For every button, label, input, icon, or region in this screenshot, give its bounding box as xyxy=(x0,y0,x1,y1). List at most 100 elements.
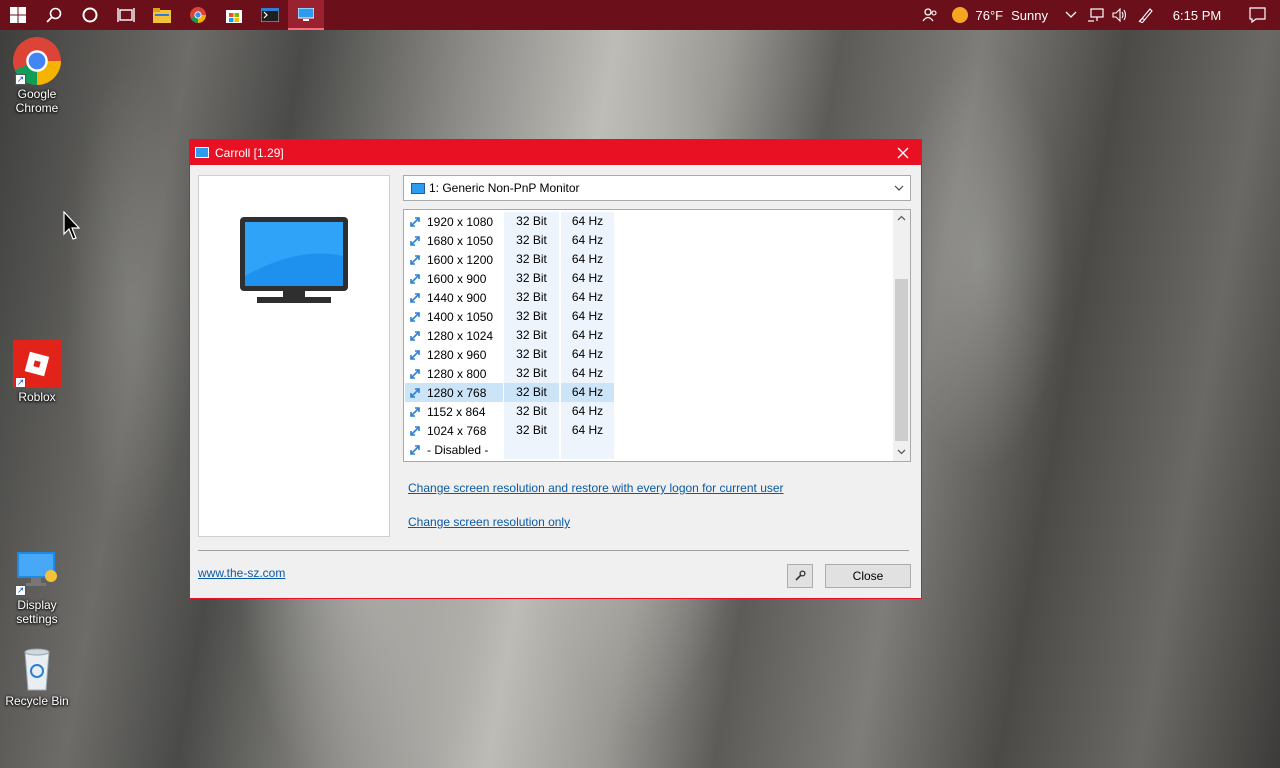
website-link[interactable]: www.the-sz.com xyxy=(198,566,285,580)
shortcut-arrow-icon: ↗ xyxy=(15,74,26,85)
resolution-text: 1600 x 900 xyxy=(427,271,487,286)
search-icon xyxy=(46,7,62,23)
refresh-rate-cell: 64 Hz xyxy=(561,250,614,269)
desktop-icon-roblox[interactable]: ↗ Roblox xyxy=(0,340,74,404)
task-view-button[interactable] xyxy=(108,0,144,30)
desktop-icon-display-settings[interactable]: ↗ Display settings xyxy=(0,548,74,626)
desktop-icon-label: Google xyxy=(17,87,57,101)
resolution-cell: 1280 x 768 xyxy=(405,383,503,402)
refresh-rate-cell: 64 Hz xyxy=(561,364,614,383)
resolution-cell: 1600 x 900 xyxy=(405,269,503,288)
chevron-down-icon xyxy=(894,185,904,191)
shortcut-arrow-icon: ↗ xyxy=(15,377,26,388)
refresh-rate-cell: 64 Hz xyxy=(561,231,614,250)
bit-depth-cell: 32 Bit xyxy=(504,345,559,364)
monitor-select-value: 1: Generic Non-PnP Monitor xyxy=(429,181,580,195)
resolution-text: 1280 x 1024 xyxy=(427,328,494,343)
desktop-icon-chrome[interactable]: ↗ Google Chrome xyxy=(0,37,74,115)
resize-arrow-icon xyxy=(410,368,420,379)
volume-icon[interactable] xyxy=(1108,8,1132,22)
scroll-down-icon[interactable] xyxy=(893,444,910,461)
cortana-button[interactable] xyxy=(72,0,108,30)
resize-arrow-icon xyxy=(410,311,420,322)
resolution-row[interactable]: 1680 x 1050 32 Bit 64 Hz xyxy=(405,231,614,250)
scrollbar-thumb[interactable] xyxy=(895,279,908,441)
refresh-rate-cell xyxy=(561,440,614,459)
close-button[interactable]: Close xyxy=(825,564,911,588)
resolution-row[interactable]: 1400 x 1050 32 Bit 64 Hz xyxy=(405,307,614,326)
desktop-icon-label: Recycle Bin xyxy=(5,694,69,708)
pen-icon[interactable] xyxy=(1132,7,1160,23)
resolution-row[interactable]: 1440 x 900 32 Bit 64 Hz xyxy=(405,288,614,307)
desktop-icon-label: Chrome xyxy=(15,101,59,115)
resolution-row[interactable]: 1600 x 900 32 Bit 64 Hz xyxy=(405,269,614,288)
resolution-cell: 1400 x 1050 xyxy=(405,307,503,326)
resolution-row[interactable]: 1280 x 768 32 Bit 64 Hz xyxy=(405,383,614,402)
taskbar-file-explorer[interactable] xyxy=(144,0,180,30)
resolution-row[interactable]: - Disabled - xyxy=(405,440,614,459)
resolution-row[interactable]: 1280 x 800 32 Bit 64 Hz xyxy=(405,364,614,383)
carroll-window: Carroll [1.29] 1: Generic Non-PnP Monito… xyxy=(189,139,922,599)
taskbar-chrome[interactable] xyxy=(180,0,216,30)
resolution-rows: 1920 x 1080 32 Bit 64 Hz 1680 x 1050 32 Bit 6… xyxy=(405,212,614,459)
monitor-small-icon xyxy=(411,182,425,194)
list-scrollbar[interactable] xyxy=(893,210,910,461)
taskbar-carroll[interactable] xyxy=(288,0,324,30)
resolution-cell: 1280 x 960 xyxy=(405,345,503,364)
resolution-row[interactable]: 1280 x 960 32 Bit 64 Hz xyxy=(405,345,614,364)
taskbar-terminal[interactable] xyxy=(252,0,288,30)
monitor-preview-pane xyxy=(198,175,390,537)
scroll-up-icon[interactable] xyxy=(893,210,910,227)
resolution-text: 1920 x 1080 xyxy=(427,214,494,229)
roblox-icon: ↗ xyxy=(13,340,61,388)
change-resolution-only-link[interactable]: Change screen resolution only xyxy=(408,515,570,529)
settings-button[interactable] xyxy=(787,564,813,588)
chrome-icon xyxy=(190,7,206,23)
desktop-icon-recycle-bin[interactable]: Recycle Bin xyxy=(0,644,74,708)
desktop-icon-label: settings xyxy=(16,612,58,626)
resolution-cell: 1024 x 768 xyxy=(405,421,503,440)
resolution-cell: 1152 x 864 xyxy=(405,402,503,421)
refresh-rate-cell: 64 Hz xyxy=(561,288,614,307)
resolution-row[interactable]: 1024 x 768 32 Bit 64 Hz xyxy=(405,421,614,440)
resolution-row[interactable]: 1280 x 1024 32 Bit 64 Hz xyxy=(405,326,614,345)
resize-arrow-icon xyxy=(410,292,420,303)
resolution-list[interactable]: 1920 x 1080 32 Bit 64 Hz 1680 x 1050 32 Bit 6… xyxy=(403,209,911,462)
windows-logo-icon xyxy=(10,7,26,23)
chrome-icon: ↗ xyxy=(13,37,61,85)
cortana-icon xyxy=(82,7,98,23)
resolution-row[interactable]: 1920 x 1080 32 Bit 64 Hz xyxy=(405,212,614,231)
resolution-text: 1024 x 768 xyxy=(427,423,487,438)
start-button[interactable] xyxy=(0,0,36,30)
resolution-text: 1440 x 900 xyxy=(427,290,487,305)
resolution-row[interactable]: 1600 x 1200 32 Bit 64 Hz xyxy=(405,250,614,269)
resolution-cell: 1280 x 1024 xyxy=(405,326,503,345)
refresh-rate-cell: 64 Hz xyxy=(561,402,614,421)
desktop-icon-label: Display xyxy=(17,598,57,612)
change-resolution-restore-link[interactable]: Change screen resolution and restore wit… xyxy=(408,481,784,495)
weather-temp: 76°F xyxy=(975,7,1004,23)
window-close-button[interactable] xyxy=(893,143,913,163)
desktop-icon-label: Roblox xyxy=(18,390,56,404)
network-icon[interactable] xyxy=(1084,8,1108,22)
resize-arrow-icon xyxy=(410,273,420,284)
bit-depth-cell: 32 Bit xyxy=(504,326,559,345)
notification-icon[interactable] xyxy=(1234,7,1280,23)
search-button[interactable] xyxy=(36,0,72,30)
recycle-bin-icon xyxy=(13,644,61,692)
taskbar: 76°F Sunny 6:15 PM xyxy=(0,0,1280,30)
resolution-row[interactable]: 1152 x 864 32 Bit 64 Hz xyxy=(405,402,614,421)
bit-depth-cell: 32 Bit xyxy=(504,307,559,326)
refresh-rate-cell: 64 Hz xyxy=(561,212,614,231)
monitor-select[interactable]: 1: Generic Non-PnP Monitor xyxy=(403,175,911,201)
bit-depth-cell: 32 Bit xyxy=(504,402,559,421)
resolution-text: 1280 x 768 xyxy=(427,385,487,400)
chevron-up-icon[interactable] xyxy=(1058,11,1084,19)
window-titlebar[interactable]: Carroll [1.29] xyxy=(190,140,921,165)
clock[interactable]: 6:15 PM xyxy=(1160,8,1234,23)
weather-widget[interactable]: 76°F Sunny xyxy=(948,7,1058,23)
taskbar-store[interactable] xyxy=(216,0,252,30)
people-icon[interactable] xyxy=(912,7,948,23)
resize-arrow-icon xyxy=(410,406,420,417)
refresh-rate-cell: 64 Hz xyxy=(561,326,614,345)
